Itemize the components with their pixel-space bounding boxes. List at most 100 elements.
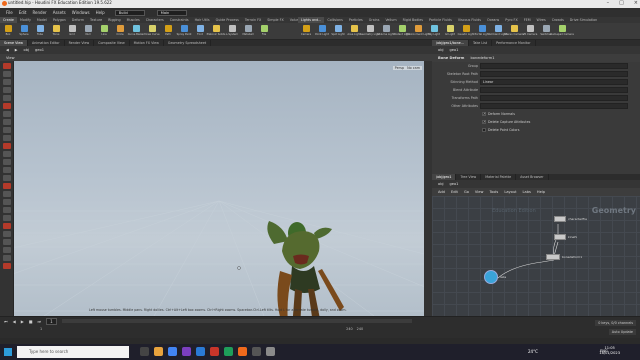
net-menu-view[interactable]: View	[475, 190, 484, 194]
end-frame-field[interactable]: 240	[346, 327, 352, 331]
node-output[interactable]	[484, 270, 498, 284]
app-icon-2[interactable]	[266, 347, 275, 356]
viewport-tool-button[interactable]	[2, 239, 11, 245]
tool-path[interactable]: Path	[160, 23, 176, 39]
viewport-tool-button[interactable]	[2, 63, 11, 69]
jump-start-icon[interactable]: ⏮	[4, 319, 8, 324]
net-path-node[interactable]: geo1	[449, 182, 458, 186]
excel-icon[interactable]	[224, 347, 233, 356]
viewport-tool-button[interactable]	[2, 87, 11, 93]
viewport-tool-button[interactable]	[2, 215, 11, 221]
node-kinefx[interactable]	[554, 234, 566, 240]
taskbar-search-input[interactable]: Type here to search	[17, 346, 129, 358]
timeline-track[interactable]	[61, 319, 412, 323]
tool-null[interactable]: Null	[80, 23, 96, 39]
param-field-transforms-path[interactable]	[480, 95, 628, 101]
viewport-tool-button[interactable]	[2, 143, 11, 149]
tool-ambient-light[interactable]: Ambient Light	[489, 23, 507, 39]
stop-icon[interactable]: ■	[29, 319, 33, 324]
jump-end-icon[interactable]: ⏭	[38, 319, 42, 324]
file-explorer-icon[interactable]	[154, 347, 163, 356]
tool-font[interactable]: Font	[192, 23, 208, 39]
viewport-tool-button[interactable]	[2, 183, 11, 189]
node-bonedeform[interactable]	[546, 254, 560, 260]
tool-line[interactable]: Line	[96, 23, 112, 39]
tool-metaball[interactable]: Metaball	[240, 23, 256, 39]
taskbar-clock[interactable]: 11:05 18/01/2023	[599, 346, 620, 356]
forward-icon[interactable]: ▶	[15, 48, 18, 52]
net-path-obj[interactable]: obj	[438, 182, 443, 186]
visual-studio-icon[interactable]	[182, 347, 191, 356]
viewport-tool-button[interactable]	[2, 167, 11, 173]
word-icon[interactable]	[196, 347, 205, 356]
net-menu-tools[interactable]: Tools	[489, 190, 498, 194]
node-character[interactable]	[554, 216, 566, 222]
tool-gi-light[interactable]: GI Light	[442, 23, 458, 39]
minimize-icon[interactable]: –	[607, 0, 610, 6]
viewport-tool-button[interactable]	[2, 207, 11, 213]
viewport-tool-button[interactable]	[2, 151, 11, 157]
viewport-tool-button[interactable]	[2, 263, 11, 269]
viewport-tool-button[interactable]	[2, 231, 11, 237]
cam-button[interactable]: No cam	[405, 66, 422, 70]
tool-platonic-solids[interactable]: Platonic Solids	[207, 23, 225, 39]
tool-environment-light[interactable]: Environment Light	[406, 23, 430, 39]
back-icon[interactable]: ◀	[6, 48, 9, 52]
tool-circle[interactable]: Circle	[112, 23, 128, 39]
task-view-icon[interactable]	[140, 347, 149, 356]
tool-portal-light[interactable]: Portal Light	[474, 23, 490, 39]
tool-tube[interactable]: Tube	[32, 23, 48, 39]
tool-stereo-camera[interactable]: Stereo Camera	[504, 23, 524, 39]
tool-spot-light[interactable]: Spot Light	[330, 23, 346, 39]
viewport-tool-button[interactable]	[2, 191, 11, 197]
menu-render[interactable]: Render	[32, 10, 46, 15]
menu-help[interactable]: Help	[96, 10, 105, 15]
play-icon[interactable]: ▶	[21, 319, 24, 324]
path-obj[interactable]: obj	[24, 48, 29, 52]
desktop-dropdown[interactable]: Build	[114, 9, 145, 16]
tool-file[interactable]: File	[256, 23, 272, 39]
tool-camera[interactable]: Camera	[298, 23, 314, 39]
checkbox-delete-capture-attributes[interactable]	[482, 120, 486, 124]
tool-curve-b-zier[interactable]: Curve Bézier	[128, 23, 144, 39]
end-frame-field-2[interactable]: 240	[357, 327, 363, 331]
windows-start-icon[interactable]	[4, 348, 12, 356]
viewport-tool-button[interactable]	[2, 119, 11, 125]
tool-volume-light[interactable]: Volume Light	[378, 23, 394, 39]
viewport-tool-button[interactable]	[2, 135, 11, 141]
menu-windows[interactable]: Windows	[72, 10, 90, 15]
tool-spray-paint[interactable]: Spray Paint	[176, 23, 192, 39]
net-menu-labs[interactable]: Labs	[523, 190, 531, 194]
view-label[interactable]: View	[6, 56, 15, 60]
param-field-group[interactable]	[480, 63, 628, 69]
viewport-tool-button[interactable]	[2, 95, 11, 101]
param-field-skeleton-root-path[interactable]	[480, 71, 628, 77]
scene-viewport[interactable]: Persp No cam Left mouse tumbles. Middle …	[14, 61, 424, 316]
frame-field[interactable]: 1	[46, 317, 57, 325]
tool-point-light[interactable]: Point Light	[314, 23, 330, 39]
auto-update-button[interactable]: Auto Update	[608, 329, 636, 335]
viewport-tool-button[interactable]	[2, 79, 11, 85]
close-icon[interactable]: ×	[634, 0, 638, 6]
viewport-tool-button[interactable]	[2, 223, 11, 229]
tool-torus[interactable]: Torus	[48, 23, 64, 39]
tool-sphere[interactable]: Sphere	[16, 23, 32, 39]
chrome-icon[interactable]	[168, 347, 177, 356]
tool-sky-light[interactable]: Sky Light	[426, 23, 442, 39]
tool-box[interactable]: Box	[0, 23, 16, 39]
tool-switcher[interactable]: Switcher	[538, 23, 554, 39]
tool-area-light[interactable]: Area Light	[346, 23, 362, 39]
tool-distant-light[interactable]: Distant Light	[394, 23, 410, 39]
param-field-blend-attribute[interactable]	[480, 87, 628, 93]
net-menu-layout[interactable]: Layout	[504, 190, 516, 194]
checkbox-deform-normals[interactable]	[482, 112, 486, 116]
viewport-tool-button[interactable]	[2, 103, 11, 109]
network-editor[interactable]: Geometry Education Edition characterfile…	[432, 196, 640, 316]
tool-geometry-light[interactable]: Geometry Light	[360, 23, 380, 39]
menu-file[interactable]: File	[6, 10, 13, 15]
node-name-field[interactable]: bonedeform1	[470, 56, 494, 60]
net-menu-add[interactable]: Add	[438, 190, 445, 194]
net-menu-go[interactable]: Go	[464, 190, 469, 194]
persp-button[interactable]: Persp	[392, 66, 406, 70]
tool-l-system[interactable]: L-System	[224, 23, 240, 39]
